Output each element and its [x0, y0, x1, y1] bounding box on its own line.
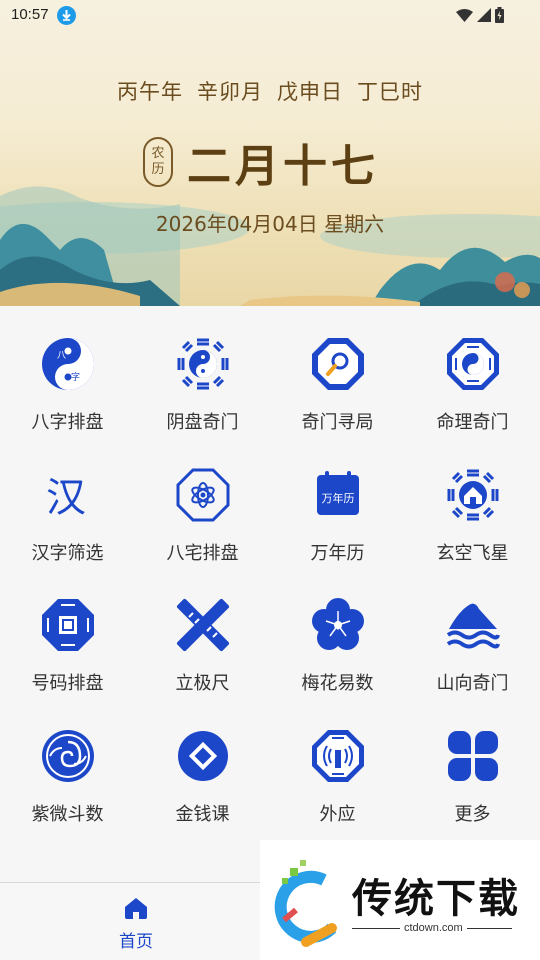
- tool-hanzi-filter[interactable]: 汉 汉字筛选: [0, 451, 135, 582]
- mountain-wave-icon: [446, 603, 500, 649]
- tool-label: 奇门寻局: [301, 412, 374, 433]
- tool-label: 更多: [454, 803, 491, 825]
- tool-label: 玄空飞星: [436, 542, 509, 564]
- octagon-seal-icon: [41, 599, 94, 651]
- nav-home[interactable]: 首页: [100, 897, 172, 952]
- hanzi-icon: 汉: [46, 475, 86, 521]
- lunar-badge-char-2: 历: [151, 162, 165, 177]
- nav-home-label: 首页: [119, 932, 153, 952]
- more-grid-icon: [447, 730, 498, 781]
- signal-icon: [477, 8, 491, 22]
- status-indicators: [456, 7, 504, 23]
- tool-shanxiang-qimen[interactable]: 山向奇门: [405, 581, 540, 712]
- status-time: 10:57: [11, 6, 49, 23]
- lunar-badge-char-1: 农: [151, 146, 165, 161]
- tool-label: 山向奇门: [436, 673, 509, 694]
- octagon-signal-icon: [311, 729, 364, 782]
- tool-label: 命理奇门: [436, 412, 509, 433]
- hour-pillar: 丁巳时: [357, 80, 423, 104]
- ganzhi-line: 丙午年 辛卯月 戊申日 丁巳时: [0, 76, 540, 106]
- battery-icon: [495, 7, 504, 23]
- tool-bazhai[interactable]: 八宅排盘: [135, 451, 270, 582]
- tool-label: 八字排盘: [31, 412, 104, 433]
- coin-icon: [177, 730, 228, 781]
- calendar-icon: 万年历: [316, 470, 359, 515]
- tool-label: 金钱课: [175, 803, 230, 825]
- tool-label: 阴盘奇门: [166, 412, 239, 433]
- tool-label: 立极尺: [175, 673, 230, 694]
- home-icon: [125, 898, 147, 919]
- month-pillar: 辛卯月: [197, 80, 263, 104]
- tool-label: 紫微斗数: [31, 803, 104, 825]
- house-atom-icon: [176, 468, 229, 521]
- solar-date[interactable]: 2026年04月04日 星期六: [0, 208, 540, 237]
- year-pillar: 丙午年: [117, 80, 183, 104]
- tool-xuankong[interactable]: 玄空飞星: [405, 451, 540, 582]
- bagua-house-icon: [447, 469, 498, 520]
- octagon-search-icon: [311, 338, 364, 390]
- tool-perpetual-calendar[interactable]: 万年历 万年历: [270, 451, 405, 582]
- bagua-yinyang-icon: [177, 338, 228, 390]
- tool-liji-ruler[interactable]: 立极尺: [135, 581, 270, 712]
- tool-label: 八宅排盘: [166, 542, 239, 564]
- tool-yinpan-qimen[interactable]: 阴盘奇门: [135, 320, 270, 451]
- day-pillar: 戊申日: [277, 80, 343, 104]
- tool-meihua[interactable]: 梅花易数: [270, 581, 405, 712]
- ruler-icon: [176, 598, 229, 652]
- watermark-url: ctdown.com: [400, 922, 467, 934]
- spiral-medallion-icon: [41, 729, 94, 782]
- calendar-glyph: 万年历: [321, 491, 354, 505]
- bazi-glyph-1: 八: [57, 351, 66, 361]
- almanac-header: 丙午年 辛卯月 戊申日 丁巳时 农 历 二月十七 2026年04月04日 星期六: [0, 0, 540, 306]
- download-icon: [57, 6, 76, 25]
- tool-ziwei[interactable]: 紫微斗数: [0, 712, 135, 843]
- tool-number-chart[interactable]: 号码排盘: [0, 581, 135, 712]
- plum-blossom-icon: [311, 598, 364, 650]
- tool-label: 梅花易数: [301, 673, 374, 694]
- bazi-yinyang-icon: 八 字: [41, 338, 94, 390]
- wifi-icon: [456, 8, 473, 22]
- tool-label: 汉字筛选: [31, 542, 104, 564]
- tool-waiying[interactable]: 外应: [270, 712, 405, 843]
- tool-label: 外应: [319, 803, 356, 825]
- watermark-brand: 传统下载: [352, 876, 520, 922]
- watermark: 传统下载 ctdown.com: [260, 840, 540, 960]
- tool-mingli-qimen[interactable]: 命理奇门: [405, 320, 540, 451]
- tool-qimen-xunju[interactable]: 奇门寻局: [270, 320, 405, 451]
- tool-label: 号码排盘: [31, 673, 104, 694]
- tool-more[interactable]: 更多: [405, 712, 540, 843]
- tool-label: 万年历: [310, 542, 365, 564]
- bagua-octagon-icon: [446, 338, 499, 390]
- status-bar: 10:57: [0, 0, 540, 32]
- tool-jinqian[interactable]: 金钱课: [135, 712, 270, 843]
- lunar-badge: 农 历: [143, 137, 173, 187]
- lunar-date-row: 农 历 二月十七: [0, 130, 540, 194]
- lunar-date[interactable]: 二月十七: [187, 130, 379, 194]
- hanzi-glyph: 汉: [46, 475, 86, 521]
- bazi-glyph-2: 字: [71, 371, 80, 383]
- tools-grid: 八 字 八字排盘 阴盘奇门 奇门寻局 命理奇门 汉 汉字筛选 八宅排盘 万年历 …: [0, 320, 540, 842]
- watermark-logo-icon: [274, 860, 337, 947]
- tool-bazi[interactable]: 八 字 八字排盘: [0, 320, 135, 451]
